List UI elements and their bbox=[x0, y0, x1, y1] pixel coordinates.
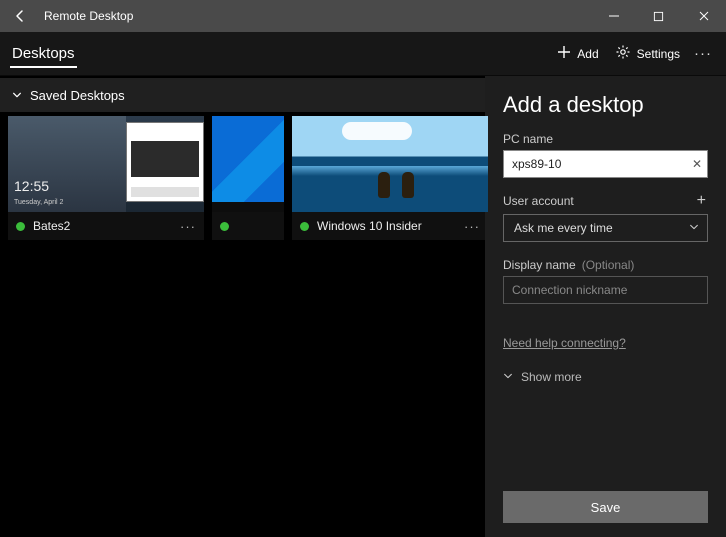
close-button[interactable] bbox=[681, 0, 726, 32]
minimize-button[interactable] bbox=[591, 0, 636, 32]
saved-desktops-header[interactable]: Saved Desktops bbox=[0, 78, 485, 112]
desktop-thumbnail bbox=[292, 116, 488, 212]
add-desktop-panel: Add a desktop PC name ✕ User account + A… bbox=[485, 76, 726, 537]
status-online-icon bbox=[220, 222, 229, 231]
save-button[interactable]: Save bbox=[503, 491, 708, 523]
status-online-icon bbox=[16, 222, 25, 231]
status-online-icon bbox=[300, 222, 309, 231]
useraccount-value: Ask me every time bbox=[514, 221, 613, 235]
displayname-label: Display name bbox=[503, 258, 576, 272]
desktop-tile[interactable]: 12:55 Tuesday, April 2 Bates2 ··· bbox=[8, 116, 204, 240]
add-user-button[interactable]: + bbox=[695, 192, 708, 210]
clear-icon[interactable]: ✕ bbox=[692, 157, 702, 171]
window-title: Remote Desktop bbox=[40, 9, 591, 23]
pcname-label: PC name bbox=[503, 132, 708, 146]
add-label: Add bbox=[577, 47, 598, 61]
group-header-label: Saved Desktops bbox=[30, 88, 125, 103]
show-more-toggle[interactable]: Show more bbox=[503, 370, 708, 384]
tile-more-button[interactable]: ··· bbox=[180, 219, 196, 234]
desktop-thumbnail: 12:55 Tuesday, April 2 bbox=[8, 116, 204, 212]
help-link[interactable]: Need help connecting? bbox=[503, 336, 626, 350]
panel-title: Add a desktop bbox=[503, 92, 708, 118]
useraccount-select[interactable]: Ask me every time bbox=[503, 214, 708, 242]
maximize-button[interactable] bbox=[636, 0, 681, 32]
gear-icon bbox=[615, 44, 631, 63]
desktop-name: Bates2 bbox=[33, 219, 172, 233]
chevron-down-icon bbox=[503, 370, 513, 384]
desktops-pane: Saved Desktops 12:55 Tuesday, April 2 Ba… bbox=[0, 76, 485, 537]
settings-label: Settings bbox=[637, 47, 680, 61]
add-button[interactable]: Add bbox=[549, 32, 606, 76]
back-button[interactable] bbox=[0, 0, 40, 32]
useraccount-label: User account bbox=[503, 194, 574, 208]
desktop-tile[interactable]: Windows 10 Insider ··· bbox=[292, 116, 488, 240]
tile-more-button[interactable]: ··· bbox=[464, 219, 480, 234]
desktop-name: Windows 10 Insider bbox=[317, 219, 456, 233]
settings-button[interactable]: Settings bbox=[607, 32, 688, 76]
plus-icon bbox=[557, 45, 571, 62]
show-more-label: Show more bbox=[521, 370, 582, 384]
titlebar: Remote Desktop bbox=[0, 0, 726, 32]
desktop-thumbnail bbox=[212, 116, 284, 212]
displayname-optional: (Optional) bbox=[582, 258, 635, 272]
tab-desktops[interactable]: Desktops bbox=[10, 45, 77, 68]
desktop-tile[interactable] bbox=[212, 116, 284, 240]
more-button[interactable]: ··· bbox=[688, 45, 718, 62]
command-bar: Desktops Add Settings ··· bbox=[0, 32, 726, 76]
pcname-input[interactable] bbox=[503, 150, 708, 178]
chevron-down-icon bbox=[12, 88, 22, 103]
displayname-input[interactable] bbox=[503, 276, 708, 304]
chevron-down-icon bbox=[689, 221, 699, 235]
